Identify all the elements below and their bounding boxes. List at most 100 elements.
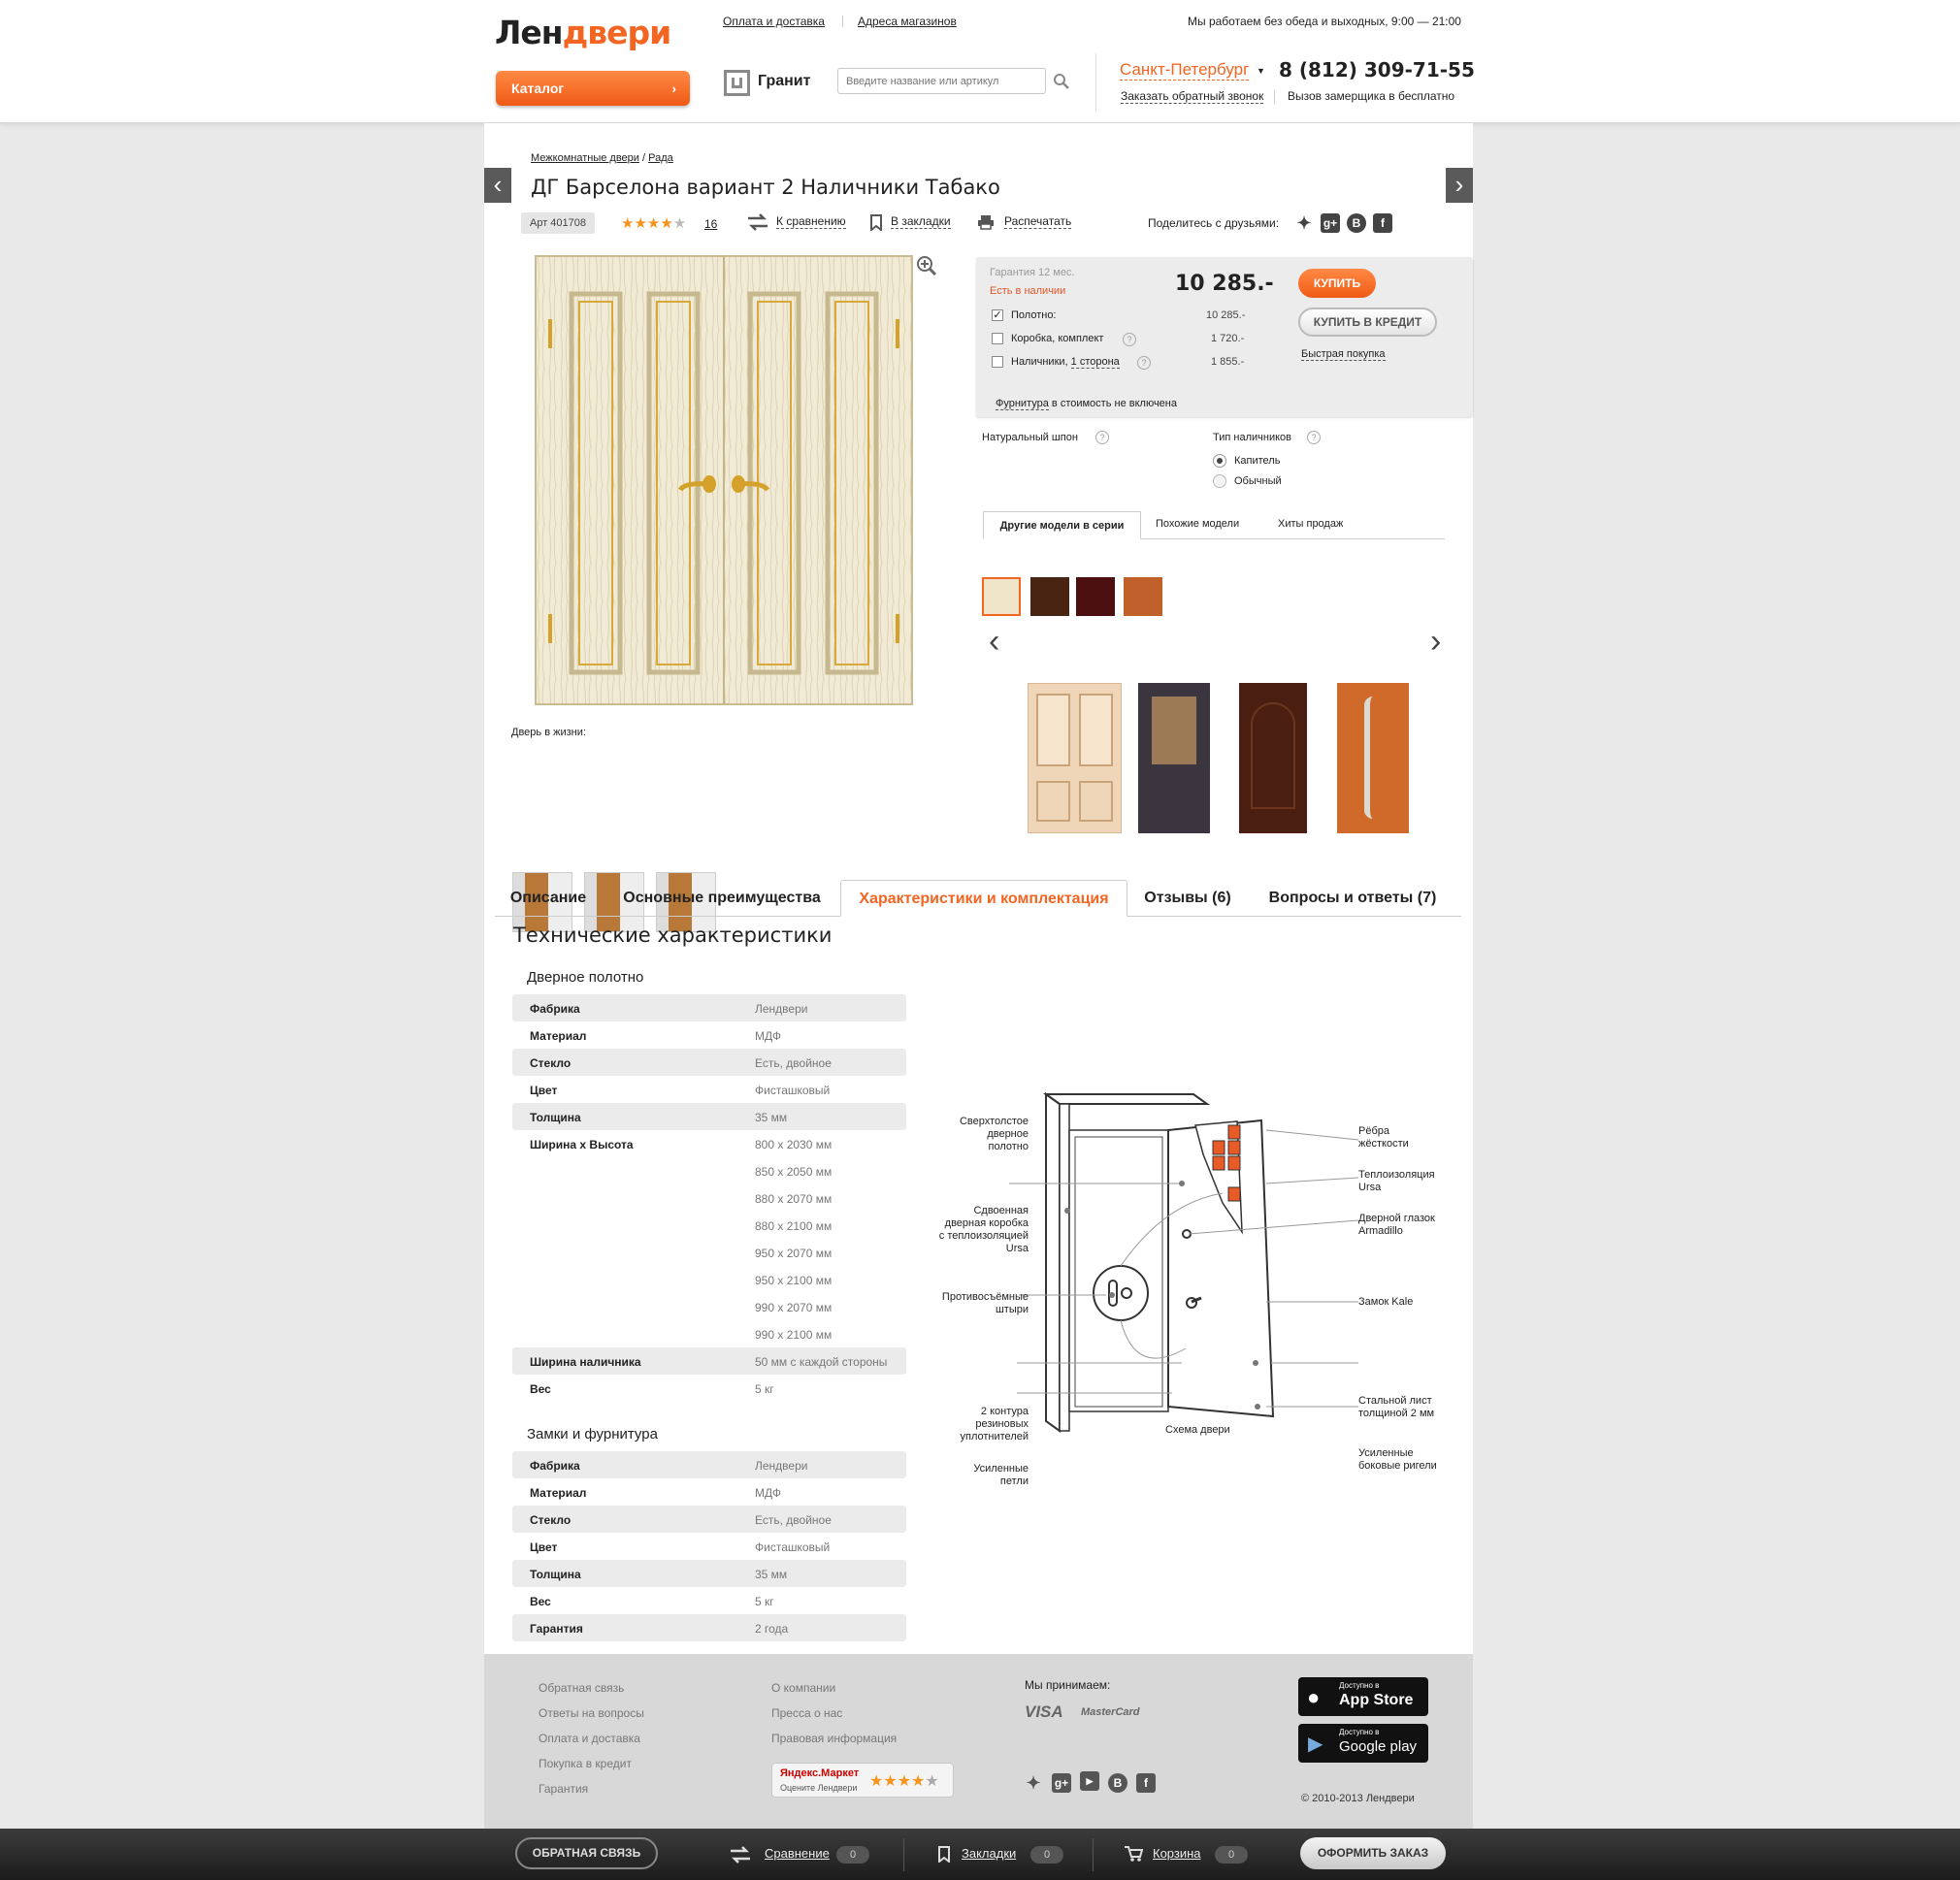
callback-link[interactable]: Заказать обратный звонок xyxy=(1121,89,1264,104)
sides-link[interactable]: 1 сторона xyxy=(1070,356,1120,369)
buy-button[interactable]: КУПИТЬ xyxy=(1298,269,1376,298)
footer-link-feedback[interactable]: Обратная связь xyxy=(539,1681,624,1695)
spec-value: 950 х 2100 мм xyxy=(755,1274,833,1287)
google-plus-icon[interactable]: g+ xyxy=(1321,213,1340,233)
brand-name[interactable]: Гранит xyxy=(758,73,810,90)
help-icon[interactable]: ? xyxy=(1137,356,1151,370)
compare-icon[interactable] xyxy=(746,212,769,232)
spec-row: Материал МДФ xyxy=(512,1021,906,1049)
print-icon[interactable] xyxy=(977,214,995,230)
footer-link-delivery[interactable]: Оплата и доставка xyxy=(539,1732,640,1745)
checkout-button[interactable]: ОФОРМИТЬ ЗАКАЗ xyxy=(1300,1837,1446,1869)
bookmark-link[interactable]: В закладки xyxy=(891,214,951,229)
compare-link[interactable]: К сравнению xyxy=(776,214,846,229)
reviews-count-link[interactable]: 16 xyxy=(704,217,717,231)
help-icon[interactable]: ? xyxy=(1095,431,1109,444)
tab-advantages[interactable]: Основные преимущества xyxy=(619,880,825,917)
help-icon[interactable]: ? xyxy=(1123,333,1136,346)
city-selector[interactable]: Санкт-Петербург xyxy=(1120,60,1250,81)
tab-description[interactable]: Описание xyxy=(495,880,602,917)
option-checkbox-polotno[interactable]: ✓ xyxy=(992,309,1003,321)
spec-value: 5 кг xyxy=(755,1382,774,1396)
spec-row: Материал МДФ xyxy=(512,1478,906,1506)
tab-specifications[interactable]: Характеристики и комплектация xyxy=(840,880,1127,917)
related-door-thumb[interactable] xyxy=(1028,683,1122,833)
spec-key: Толщина xyxy=(530,1111,581,1124)
prev-product-arrow[interactable]: ‹ xyxy=(484,168,511,203)
facebook-icon[interactable]: f xyxy=(1136,1773,1156,1793)
cart-bar-link[interactable]: Корзина xyxy=(1153,1846,1201,1861)
google-plus-icon[interactable]: g+ xyxy=(1052,1773,1071,1793)
casing-radio-kapitel[interactable] xyxy=(1213,454,1226,468)
footer-link-press[interactable]: Пресса о нас xyxy=(771,1706,842,1720)
spec-row: Стекло Есть, двойное xyxy=(512,1506,906,1533)
catalog-button[interactable]: Каталог › xyxy=(496,71,690,106)
breadcrumb-link-interior[interactable]: Межкомнатные двери xyxy=(531,152,639,164)
casing-radio-obychny[interactable] xyxy=(1213,474,1226,488)
bookmark-icon[interactable] xyxy=(937,1846,951,1864)
nav-link-payment[interactable]: Оплата и доставка xyxy=(723,15,825,28)
tab-questions[interactable]: Вопросы и ответы (7) xyxy=(1256,880,1450,917)
veneer-swatch-ivory[interactable] xyxy=(982,577,1021,616)
related-door-thumb[interactable] xyxy=(1239,683,1307,833)
site-header: Лендвери Каталог › Оплата и доставка Адр… xyxy=(0,0,1960,123)
carousel-prev-arrow[interactable]: ‹ xyxy=(989,623,999,661)
callout-reinforced-hinges: Усиленные петли xyxy=(973,1463,1029,1487)
spec-key: Вес xyxy=(530,1382,551,1396)
facebook-icon[interactable]: f xyxy=(1373,213,1392,233)
next-product-arrow[interactable]: › xyxy=(1446,168,1473,203)
footer-link-legal[interactable]: Правовая информация xyxy=(771,1732,897,1745)
header-small-divider xyxy=(1274,90,1275,104)
compare-icon[interactable] xyxy=(729,1845,752,1864)
nav-link-stores[interactable]: Адреса магазинов xyxy=(858,15,957,28)
search-input[interactable] xyxy=(837,68,1046,94)
yandex-market-widget[interactable]: Яндекс.Маркет Оцените Лендвери ★★★★★ xyxy=(771,1763,954,1798)
carousel-next-arrow[interactable]: › xyxy=(1430,623,1441,661)
youtube-icon[interactable]: ▶ xyxy=(1080,1771,1099,1791)
search-icon[interactable] xyxy=(1053,73,1070,90)
city-dropdown-icon[interactable]: ▼ xyxy=(1257,66,1265,76)
footer-link-warranty[interactable]: Гарантия xyxy=(539,1782,588,1796)
option-checkbox-korobka[interactable] xyxy=(992,333,1003,344)
spec-row: Вес 5 кг xyxy=(512,1587,906,1614)
veneer-swatch-walnut[interactable] xyxy=(1030,577,1069,616)
footer-link-faq[interactable]: Ответы на вопросы xyxy=(539,1706,644,1720)
door-section-heading: Дверное полотно xyxy=(527,969,644,986)
footer-link-credit[interactable]: Покупка в кредит xyxy=(539,1757,632,1770)
hardware-link[interactable]: Фурнитура xyxy=(996,398,1049,410)
bookmark-icon[interactable] xyxy=(869,214,883,233)
product-image[interactable] xyxy=(533,253,915,707)
print-link[interactable]: Распечатать xyxy=(1004,214,1072,229)
tab-bestsellers[interactable]: Хиты продаж xyxy=(1278,518,1343,530)
cart-icon[interactable] xyxy=(1124,1845,1144,1863)
option-checkbox-nalichniki[interactable] xyxy=(992,356,1003,368)
specs-heading: Технические характеристики xyxy=(513,924,833,947)
buy-credit-button[interactable]: КУПИТЬ В КРЕДИТ xyxy=(1298,308,1437,337)
tab-similar-models[interactable]: Похожие модели xyxy=(1156,518,1239,530)
tab-reviews[interactable]: Отзывы (6) xyxy=(1139,880,1236,917)
site-logo[interactable]: Лендвери xyxy=(495,14,671,51)
veneer-swatch-mahogany[interactable] xyxy=(1076,577,1115,616)
vk-icon[interactable]: B xyxy=(1108,1773,1127,1793)
google-play-icon: ▶ xyxy=(1308,1734,1323,1755)
bookmarks-bar-link[interactable]: Закладки xyxy=(962,1846,1016,1861)
footer-link-about[interactable]: О компании xyxy=(771,1681,835,1695)
tab-other-models[interactable]: Другие модели в серии xyxy=(983,511,1141,539)
related-door-thumb[interactable] xyxy=(1337,683,1409,833)
app-store-badge[interactable]: ● Доступно в App Store xyxy=(1298,1677,1428,1716)
breadcrumb-link-rada[interactable]: Рада xyxy=(648,152,673,164)
spec-row: Ширина х Высота 800 х 2030 мм xyxy=(512,1130,906,1157)
spec-value: 850 х 2050 мм xyxy=(755,1165,833,1179)
related-door-thumb[interactable] xyxy=(1138,683,1210,833)
compare-bar-link[interactable]: Сравнение xyxy=(765,1846,830,1861)
zoom-icon[interactable] xyxy=(916,255,937,276)
veneer-swatch-oak[interactable] xyxy=(1124,577,1162,616)
feedback-button[interactable]: ОБРАТНАЯ СВЯЗЬ xyxy=(515,1837,658,1869)
quick-buy-link[interactable]: Быстрая покупка xyxy=(1301,348,1386,361)
vk-icon[interactable]: B xyxy=(1347,213,1366,233)
twitter-icon[interactable]: ✦ xyxy=(1024,1773,1043,1793)
google-play-badge[interactable]: ▶ Доступно в Google play xyxy=(1298,1724,1428,1763)
twitter-icon[interactable]: ✦ xyxy=(1294,213,1314,233)
help-icon[interactable]: ? xyxy=(1307,431,1321,444)
door-spec-table: Фабрика Лендвери Материал МДФ Стекло Есть, дв… xyxy=(512,994,906,1441)
